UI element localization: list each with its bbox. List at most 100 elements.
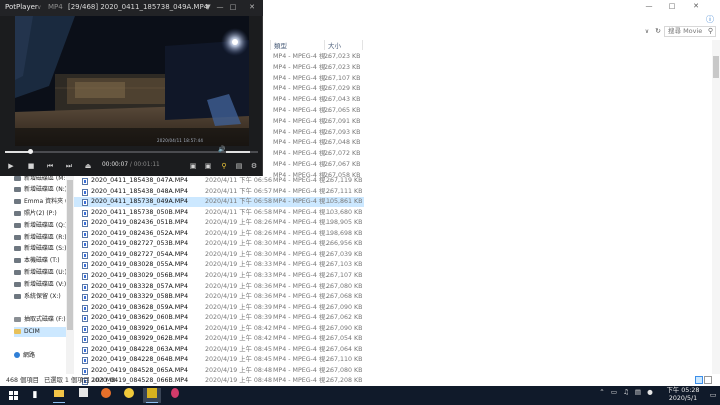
- nav-item[interactable]: DCIM: [14, 327, 66, 337]
- large-icons-view-button[interactable]: [704, 376, 712, 384]
- status-bar: 468 個項目 已選取 1 個項目 103 MB: [0, 375, 720, 386]
- 3d-mode-icon[interactable]: ▣: [203, 161, 213, 172]
- table-row[interactable]: MP4 - MPEG-4 視... 267,065 KB: [264, 106, 364, 116]
- table-row[interactable]: 2020_0419_083029_056B.MP4 2020/4/19 上午 08…: [74, 271, 364, 281]
- file-name: 2020_0411_185438_048A.MP4: [91, 187, 188, 195]
- potplayer-titlebar[interactable]: PotPlayer ∨ MP4 [29/468] 2020_0411_18573…: [0, 0, 263, 16]
- close-button[interactable]: ✕: [247, 2, 257, 13]
- nav-item[interactable]: 新增磁碟區 (R:): [14, 233, 67, 243]
- notification-icon[interactable]: ▭: [708, 389, 718, 402]
- firefox-icon[interactable]: [97, 388, 115, 403]
- table-row[interactable]: 2020_0419_083929_062B.MP4 2020/4/19 上午 08…: [74, 334, 364, 344]
- menu-dropdown-icon[interactable]: ∨: [37, 4, 41, 11]
- taskbar-clock[interactable]: 下午 05:28 2020/5/1: [660, 387, 706, 403]
- file-type: MP4 - MPEG-4 視...: [273, 324, 332, 332]
- nav-item[interactable]: 抽取式磁碟 (F:): [14, 315, 66, 325]
- table-row[interactable]: 2020_0419_083028_055A.MP4 2020/4/19 上午 08…: [74, 260, 364, 270]
- potplayer-logo[interactable]: PotPlayer: [5, 3, 38, 11]
- file-size: 267,119 KB: [326, 177, 363, 184]
- file-type: MP4 - MPEG-4 視...: [273, 271, 332, 279]
- maximize-button[interactable]: □: [228, 2, 238, 13]
- table-row[interactable]: MP4 - MPEG-4 視... 267,029 KB: [264, 84, 364, 94]
- file-type: MP4 - MPEG-4 視...: [273, 177, 332, 184]
- nav-item[interactable]: 照片(2) (P:): [14, 209, 66, 219]
- table-row[interactable]: 2020_0419_082727_054A.MP4 2020/4/19 上午 08…: [74, 250, 364, 260]
- eject-icon[interactable]: ⏏: [83, 161, 93, 172]
- potplayer-icon[interactable]: [143, 388, 161, 403]
- table-row[interactable]: 2020_0419_084228_064B.MP4 2020/4/19 上午 08…: [74, 355, 364, 365]
- nav-item[interactable]: 本機磁碟 (T:): [14, 256, 66, 266]
- nav-item[interactable]: 網路: [14, 351, 66, 361]
- file-explorer-icon[interactable]: [50, 388, 68, 403]
- file-type: MP4 - MPEG-4 視...: [273, 198, 332, 206]
- keyboard-tray-icon[interactable]: ▤: [634, 387, 642, 397]
- table-row[interactable]: 2020_0411_185438_047A.MP4 2020/4/11 下午 06…: [74, 176, 364, 186]
- file-date: 2020/4/19 上午 08:26: [205, 229, 273, 237]
- table-row[interactable]: MP4 - MPEG-4 視... 267,023 KB: [264, 63, 364, 73]
- table-row[interactable]: 2020_0419_083329_058B.MP4 2020/4/19 上午 08…: [74, 292, 364, 302]
- table-row[interactable]: 2020_0419_083328_057A.MP4 2020/4/19 上午 08…: [74, 282, 364, 292]
- table-row[interactable]: 2020_0419_083628_059A.MP4 2020/4/19 上午 08…: [74, 303, 364, 313]
- file-type: MP4 - MPEG-4 視...: [273, 345, 332, 353]
- minimize-button[interactable]: —: [215, 2, 225, 13]
- nav-item[interactable]: Emma 資料夾 (O:): [14, 197, 76, 207]
- current-time: 00:00:07: [102, 162, 129, 168]
- table-row[interactable]: 2020_0411_185438_048A.MP4 2020/4/11 下午 06…: [74, 187, 364, 197]
- store-icon[interactable]: [74, 388, 92, 403]
- table-row[interactable]: MP4 - MPEG-4 視... 267,107 KB: [264, 74, 364, 84]
- windows-start-icon[interactable]: [4, 388, 22, 403]
- table-row[interactable]: MP4 - MPEG-4 視... 267,023 KB: [264, 52, 364, 62]
- table-row[interactable]: 2020_0419_082436_051B.MP4 2020/4/19 上午 08…: [74, 218, 364, 228]
- screen-capture-icon[interactable]: ▣: [188, 161, 198, 172]
- table-row[interactable]: MP4 - MPEG-4 視... 267,093 KB: [264, 128, 364, 138]
- table-row[interactable]: MP4 - MPEG-4 視... 267,091 KB: [264, 117, 364, 127]
- video-file-icon: [82, 220, 88, 228]
- table-row[interactable]: MP4 - MPEG-4 視... 267,072 KB: [264, 149, 364, 159]
- app-drop-icon[interactable]: [166, 388, 184, 403]
- nav-item[interactable]: 新增磁碟區 (Q:): [14, 221, 67, 231]
- file-type: MP4 - MPEG-4 視...: [273, 53, 332, 60]
- table-row[interactable]: MP4 - MPEG-4 視... 267,048 KB: [264, 138, 364, 148]
- play-icon[interactable]: ▶: [6, 161, 16, 172]
- video-frame[interactable]: 2020/04/11 18:57:44: [15, 16, 249, 146]
- table-row[interactable]: 2020_0419_082436_052A.MP4 2020/4/19 上午 08…: [74, 229, 364, 239]
- previous-icon[interactable]: ⏮: [45, 161, 55, 172]
- pin-icon[interactable]: ▼: [203, 2, 213, 13]
- nav-item[interactable]: 新增磁碟區 (N:): [14, 185, 67, 195]
- language-tray-icon[interactable]: ●: [646, 387, 654, 397]
- nav-item[interactable]: 新增磁碟區 (U:): [14, 268, 67, 278]
- stop-icon[interactable]: ■: [26, 161, 36, 172]
- nav-scrollbar[interactable]: [66, 150, 74, 374]
- table-row[interactable]: 2020_0419_084228_063A.MP4 2020/4/19 上午 08…: [74, 345, 364, 355]
- file-list-scrollbar-thumb[interactable]: [713, 56, 719, 78]
- nav-item[interactable]: 系統保留 (X:): [14, 292, 66, 302]
- network-tray-icon[interactable]: ▭: [610, 387, 618, 397]
- table-row[interactable]: 2020_0419_083629_060B.MP4 2020/4/19 上午 08…: [74, 313, 364, 323]
- file-list-scrollbar[interactable]: [712, 40, 720, 374]
- table-row[interactable]: MP4 - MPEG-4 視... 267,043 KB: [264, 95, 364, 105]
- volume-icon[interactable]: 🔊: [218, 146, 225, 153]
- table-row[interactable]: 2020_0411_185738_049A.MP4 2020/4/11 下午 06…: [74, 197, 364, 208]
- app-yellow-icon[interactable]: [120, 388, 138, 403]
- table-row[interactable]: 2020_0419_083929_061A.MP4 2020/4/19 上午 08…: [74, 324, 364, 334]
- table-row[interactable]: 2020_0411_185738_050B.MP4 2020/4/11 下午 06…: [74, 208, 364, 218]
- nav-item[interactable]: 新增磁碟區 (V:): [14, 280, 66, 290]
- file-name: 2020_0419_083328_057A.MP4: [91, 282, 188, 290]
- settings-icon[interactable]: ⚙: [249, 161, 259, 172]
- details-view-button[interactable]: [695, 376, 703, 384]
- tray-expand-icon[interactable]: ⌃: [598, 387, 606, 397]
- nav-scrollbar-thumb[interactable]: [67, 180, 73, 330]
- playlist-search-icon[interactable]: ⚲: [219, 161, 229, 172]
- seek-handle[interactable]: [27, 149, 33, 154]
- task-view-icon[interactable]: ▮: [26, 388, 44, 403]
- next-icon[interactable]: ⏭: [64, 161, 74, 172]
- volume-tray-icon[interactable]: ♫: [622, 387, 630, 397]
- table-row[interactable]: 2020_0419_082727_053B.MP4 2020/4/19 上午 08…: [74, 239, 364, 249]
- volume-slider[interactable]: [226, 150, 258, 154]
- table-row[interactable]: MP4 - MPEG-4 視... 267,067 KB: [264, 160, 364, 170]
- file-date: 2020/4/19 上午 08:26: [205, 219, 273, 227]
- nav-item[interactable]: 新增磁碟區 (S:): [14, 244, 66, 254]
- file-date: 2020/4/11 下午 06:57: [205, 187, 273, 195]
- chapter-icon[interactable]: ▤: [234, 161, 244, 172]
- file-name: 2020_0419_083029_056B.MP4: [91, 271, 189, 279]
